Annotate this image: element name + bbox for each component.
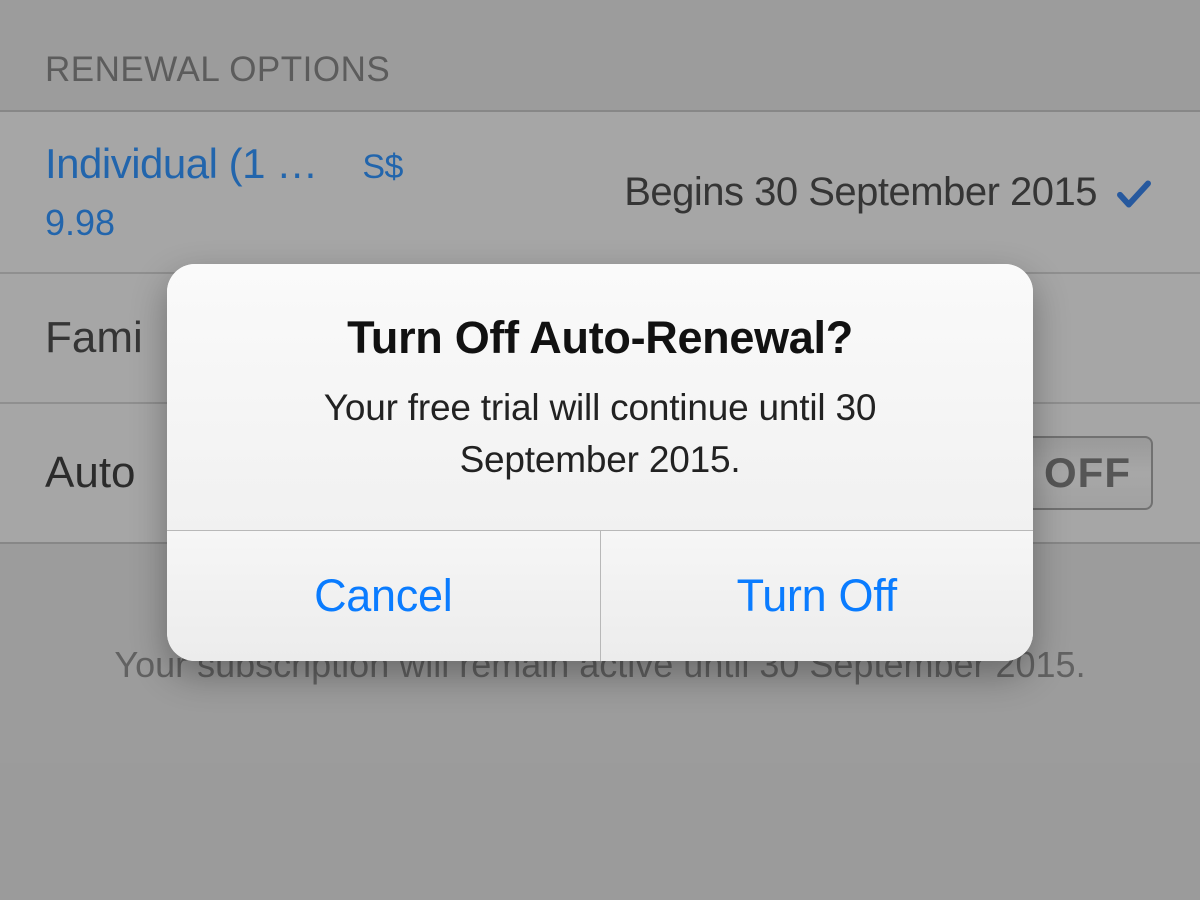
alert-message: Your free trial will continue until 30 S… [211,382,989,486]
turn-off-button[interactable]: Turn Off [600,531,1034,661]
alert-title: Turn Off Auto-Renewal? [211,312,989,364]
cancel-button[interactable]: Cancel [167,531,600,661]
alert-dialog: Turn Off Auto-Renewal? Your free trial w… [167,264,1033,661]
